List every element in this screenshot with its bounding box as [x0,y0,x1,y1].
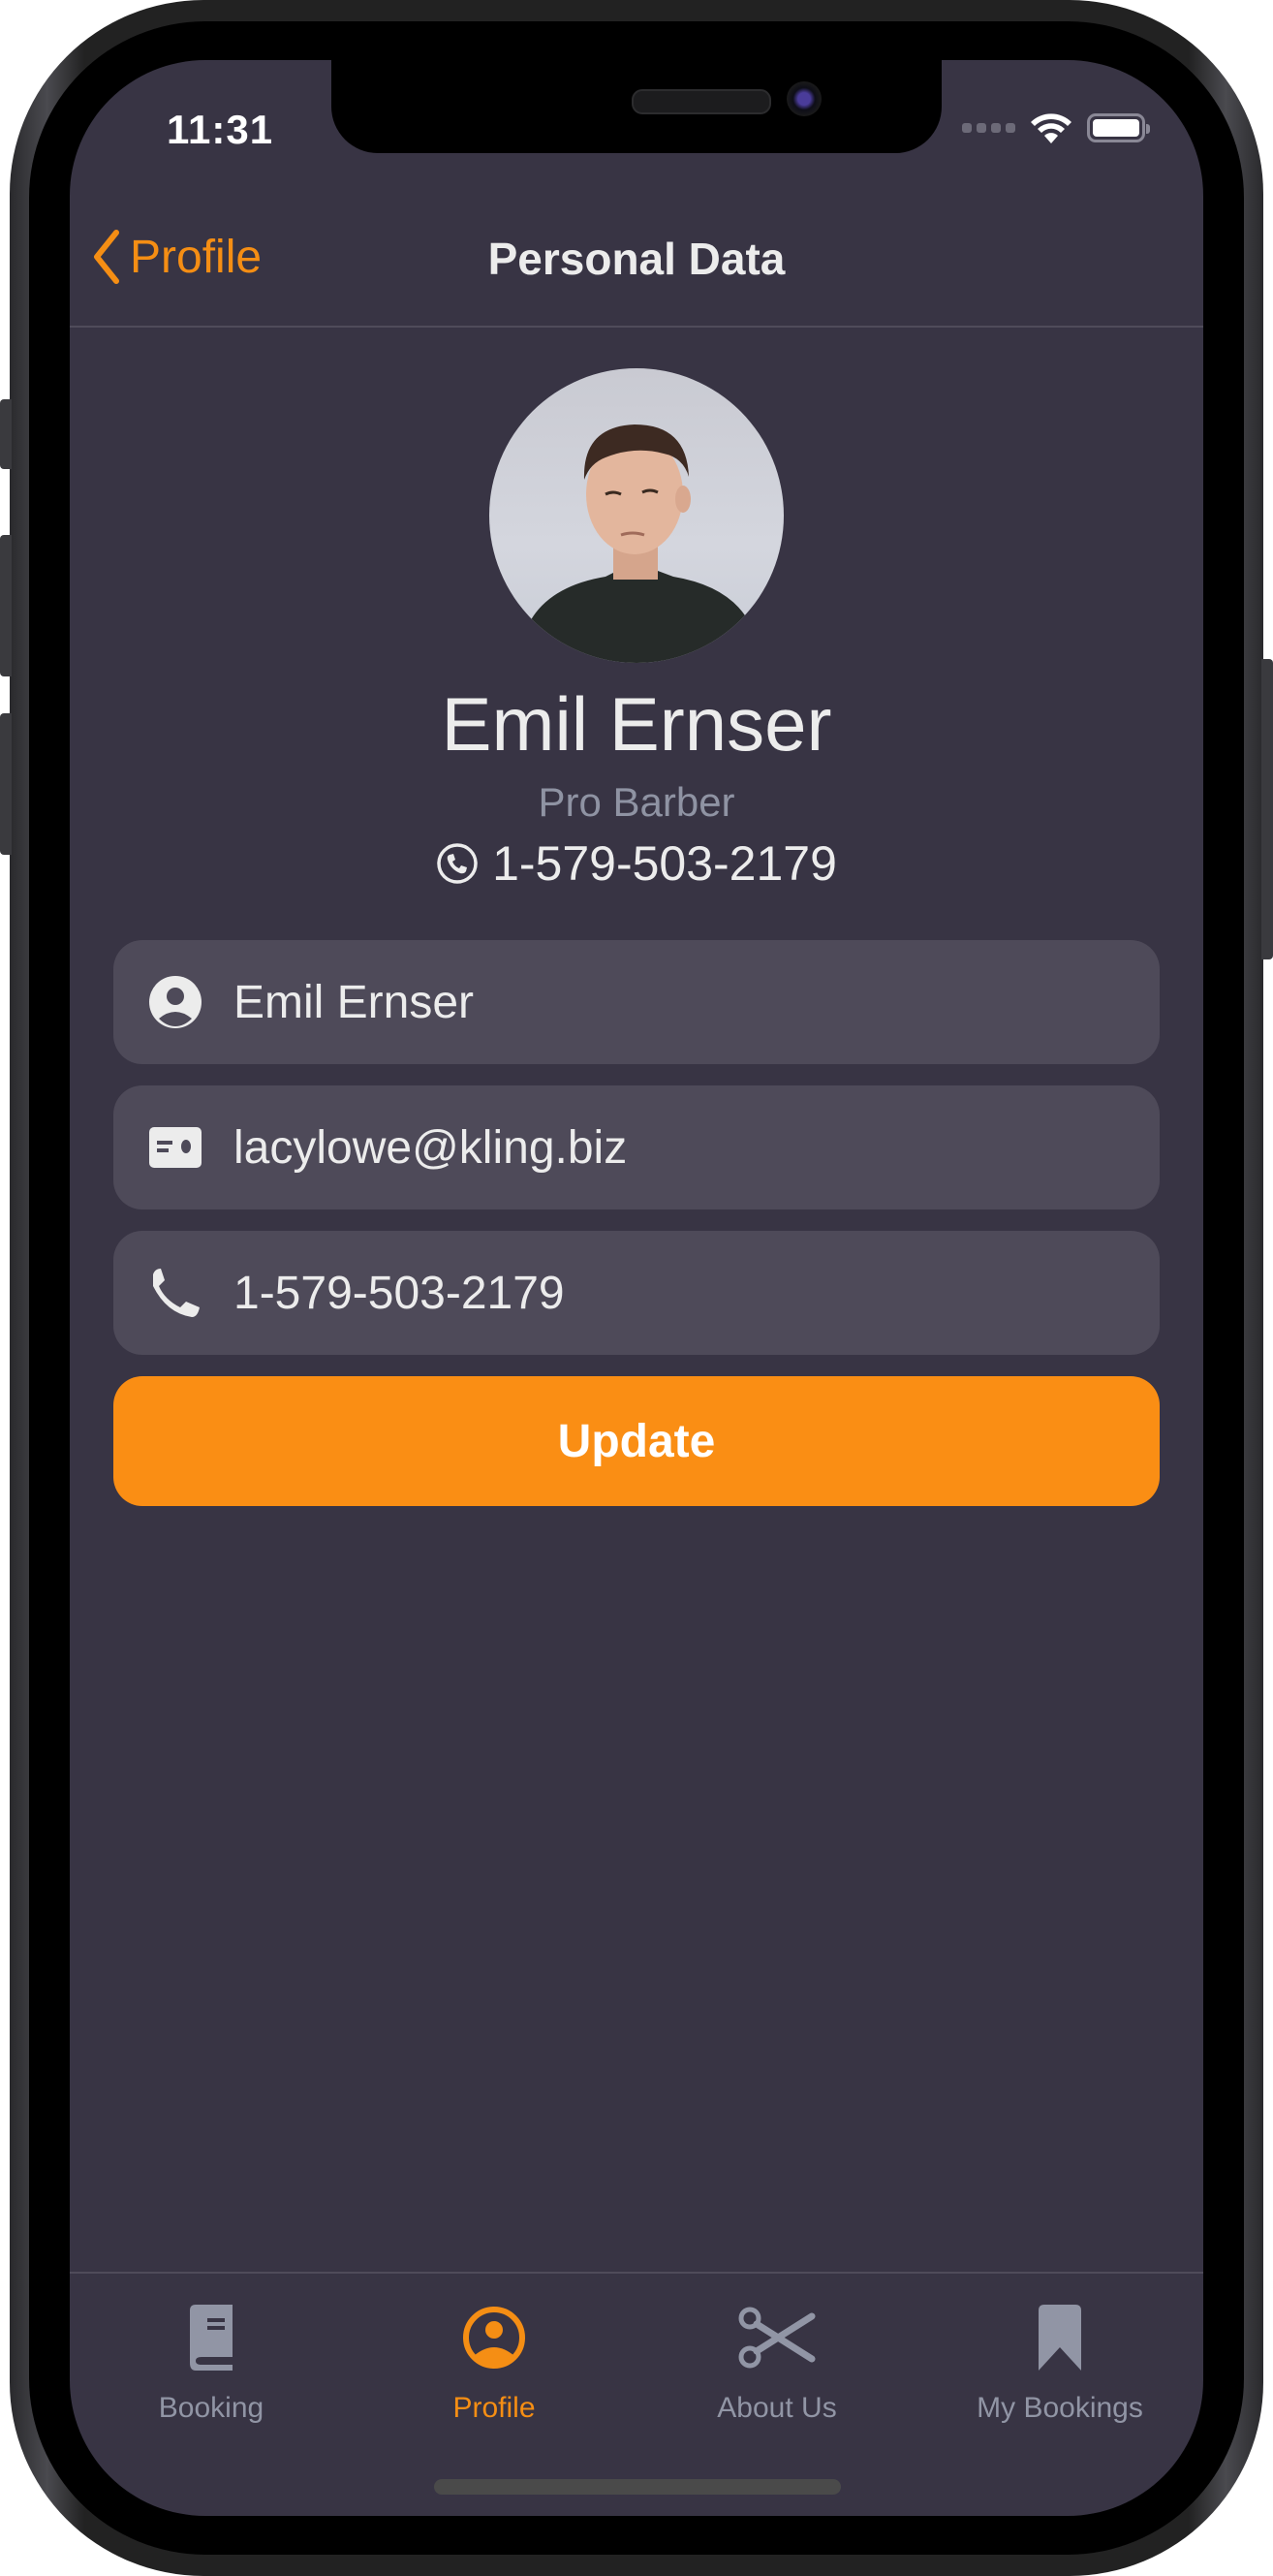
avatar [489,368,784,663]
person-circle-icon [463,2307,525,2369]
tab-booking[interactable]: Booking [70,2299,353,2425]
bookmark-icon [1039,2305,1081,2371]
email-field[interactable] [113,1085,1160,1209]
tab-label: About Us [717,2392,837,2424]
id-card-icon [148,1120,202,1175]
phone-circle-icon [437,843,478,884]
tab-label: Profile [452,2392,536,2424]
email-input[interactable] [232,1119,1088,1176]
tab-label: My Bookings [977,2392,1143,2424]
phone-icon [148,1266,202,1320]
tab-bar: Booking Profile About Us My Bookings [70,2272,1203,2516]
nav-divider [70,326,1203,328]
phone-field[interactable] [113,1231,1160,1355]
profile-phone-text: 1-579-503-2179 [492,836,837,891]
power-button [1261,659,1273,959]
tab-my-bookings[interactable]: My Bookings [918,2299,1201,2425]
mute-switch [0,399,12,469]
screen: 11:31 Profile Personal Data Emil Ernser … [70,60,1203,2516]
scissors-icon [738,2307,816,2369]
tab-about-us[interactable]: About Us [636,2299,918,2425]
phone-input[interactable] [232,1265,1088,1321]
profile-name: Emil Ernser [441,681,832,767]
volume-down-button [0,713,12,855]
page-title: Personal Data [487,234,786,284]
person-circle-icon [148,975,202,1029]
name-input[interactable] [232,974,1088,1030]
tab-divider [70,2272,1203,2274]
avatar-photo [528,424,751,663]
home-indicator[interactable] [434,2479,841,2495]
navigation-bar: Profile Personal Data [70,60,1203,328]
book-icon [190,2305,233,2371]
profile-phone[interactable]: 1-579-503-2179 [70,835,1203,892]
tab-profile[interactable]: Profile [353,2299,636,2425]
name-field[interactable] [113,940,1160,1064]
profile-role: Pro Barber [538,779,735,825]
update-button[interactable]: Update [113,1376,1160,1506]
volume-up-button [0,535,12,676]
tab-label: Booking [158,2392,264,2424]
